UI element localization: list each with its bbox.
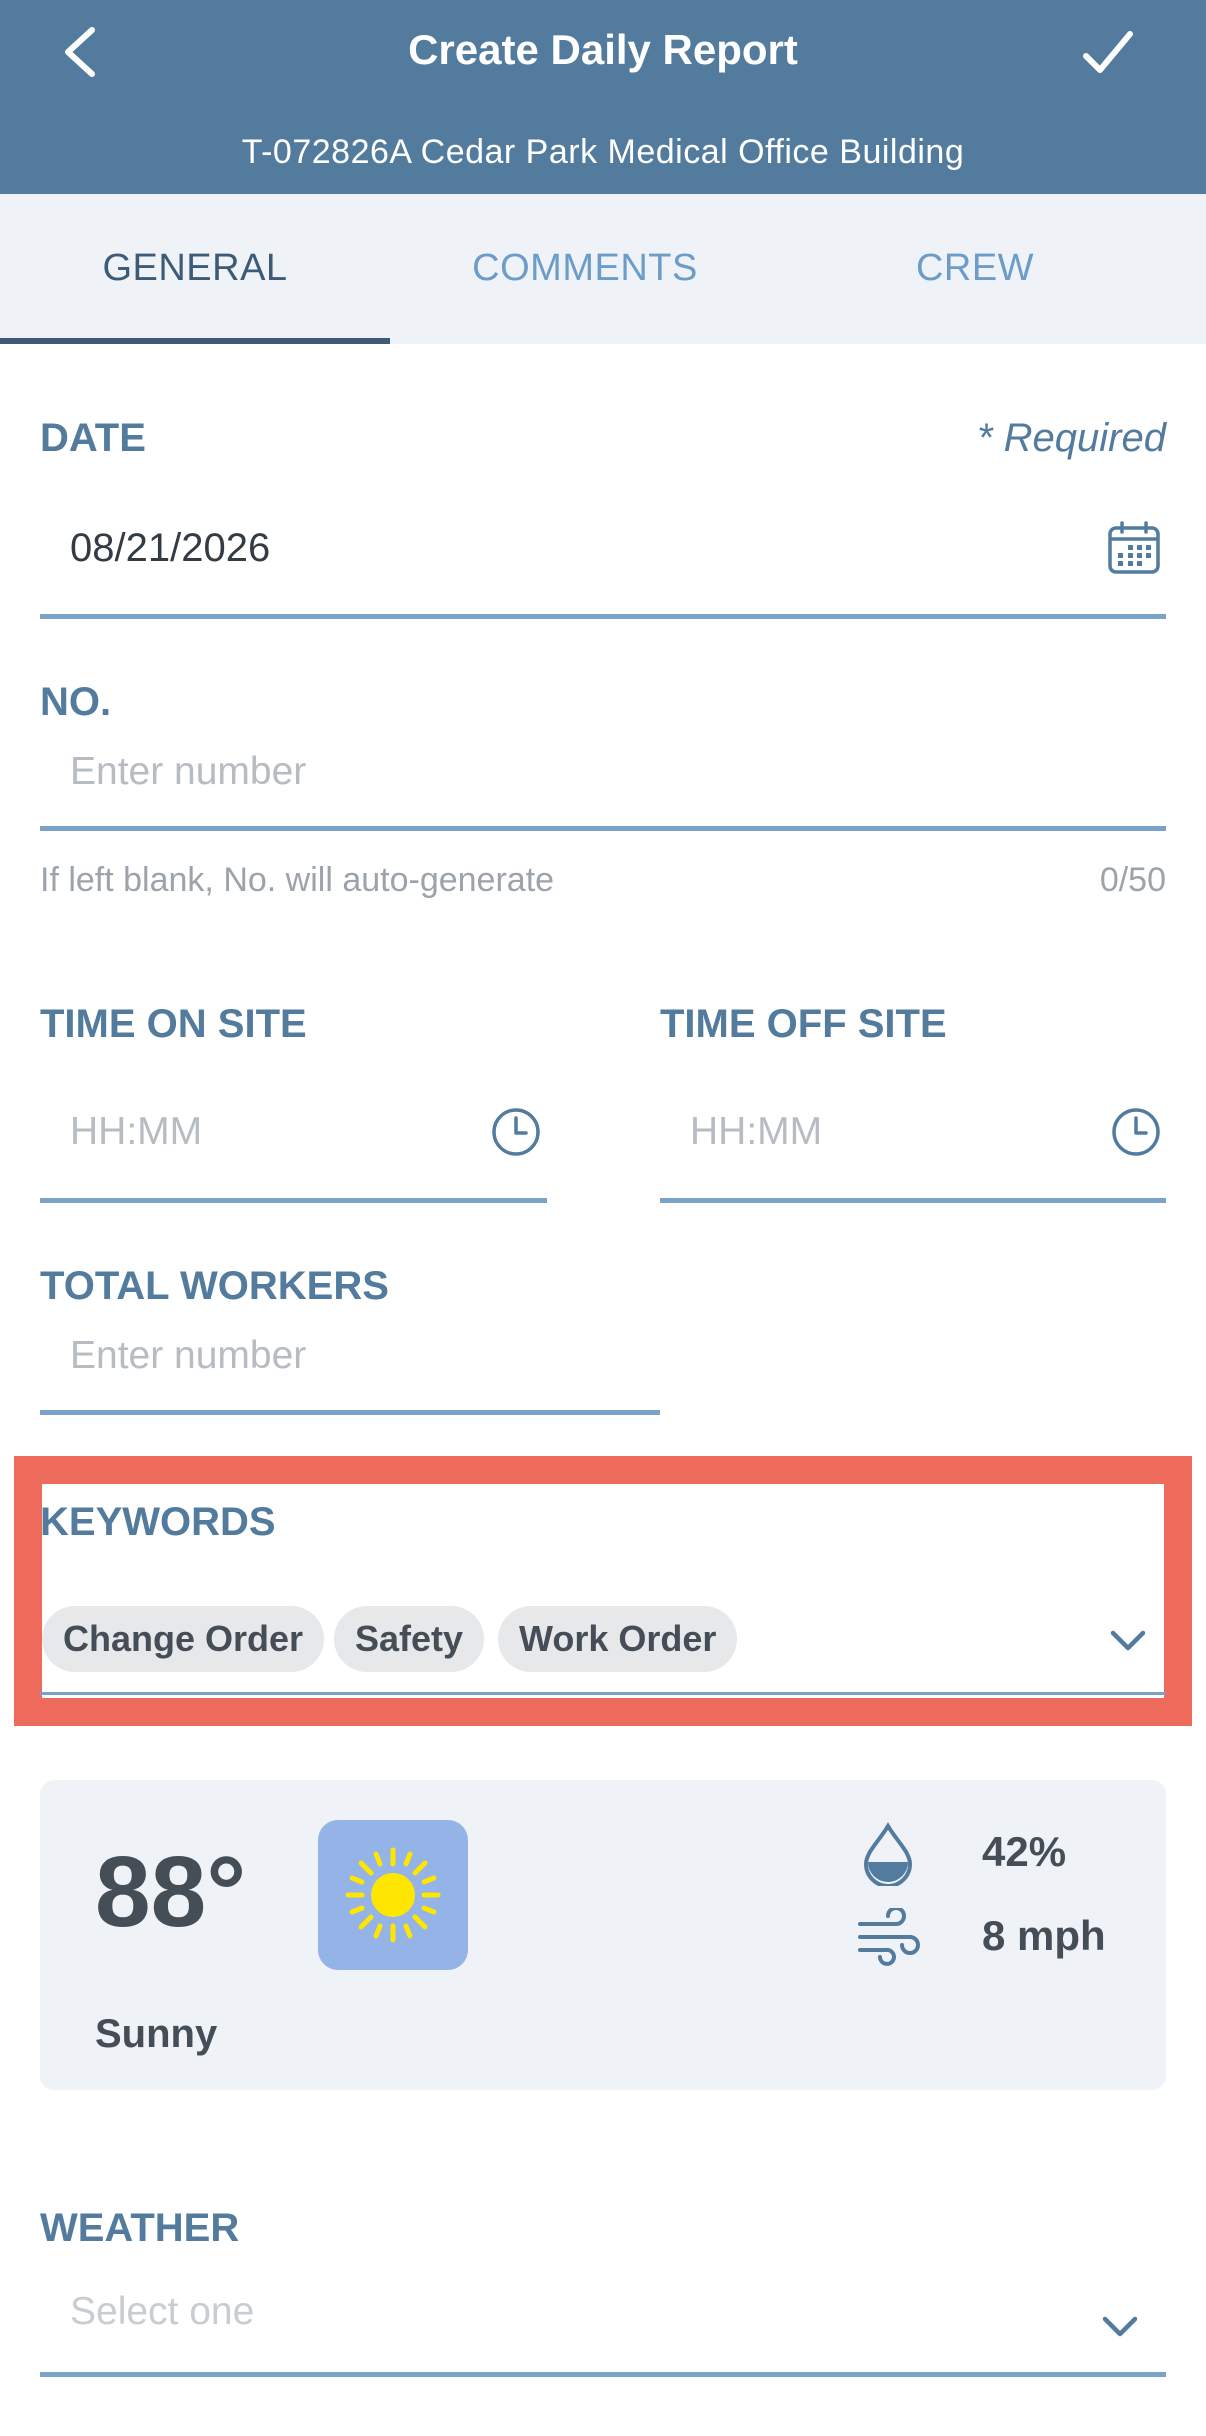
keywords-label: KEYWORDS bbox=[40, 1500, 276, 1544]
number-underline bbox=[40, 826, 1166, 831]
required-note: * Required bbox=[976, 416, 1166, 460]
number-label: NO. bbox=[40, 680, 112, 724]
time-off-site-input[interactable]: HH:MM bbox=[690, 1104, 822, 1160]
app-header: Create Daily Report T-072826A Cedar Park… bbox=[0, 0, 1206, 194]
time-on-site-input[interactable]: HH:MM bbox=[70, 1104, 202, 1160]
number-char-counter: 0/50 bbox=[1099, 861, 1166, 899]
total-workers-input[interactable]: Enter number bbox=[70, 1328, 306, 1384]
wind-icon bbox=[858, 1908, 920, 1966]
active-tab-indicator bbox=[0, 338, 390, 344]
weather-underline bbox=[40, 2372, 1166, 2377]
calendar-icon[interactable] bbox=[1106, 520, 1162, 576]
date-underline bbox=[40, 614, 1166, 619]
clock-icon[interactable] bbox=[1109, 1105, 1163, 1159]
keyword-chip[interactable]: Work Order bbox=[498, 1606, 738, 1672]
total-workers-label: TOTAL WORKERS bbox=[40, 1264, 389, 1308]
weather-label: WEATHER bbox=[40, 2206, 240, 2250]
humidity-value: 42% bbox=[982, 1828, 1067, 1875]
time-off-site-underline bbox=[660, 1198, 1166, 1203]
save-button[interactable] bbox=[1068, 12, 1148, 92]
keyword-chip[interactable]: Change Order bbox=[42, 1606, 325, 1672]
number-input[interactable]: Enter number bbox=[70, 744, 306, 800]
tab-crew[interactable]: CREW bbox=[780, 194, 1170, 344]
project-name: T-072826A Cedar Park Medical Office Buil… bbox=[241, 133, 965, 171]
temperature: 88° bbox=[95, 1836, 247, 1948]
droplet-icon bbox=[863, 1822, 913, 1886]
time-off-site-label: TIME OFF SITE bbox=[660, 1002, 947, 1046]
clock-icon[interactable] bbox=[489, 1105, 543, 1159]
chevron-down-icon[interactable] bbox=[1108, 1626, 1148, 1656]
weather-select[interactable]: Select one bbox=[70, 2284, 254, 2340]
time-on-site-underline bbox=[40, 1198, 547, 1203]
total-workers-underline bbox=[40, 1410, 660, 1415]
tab-comments[interactable]: COMMENTS bbox=[390, 194, 780, 344]
time-on-site-label: TIME ON SITE bbox=[40, 1002, 307, 1046]
wind-speed-value: 8 mph bbox=[982, 1912, 1106, 1959]
page-title: Create Daily Report bbox=[408, 26, 798, 73]
keywords-underline bbox=[40, 1692, 1166, 1695]
weather-condition: Sunny bbox=[95, 2012, 218, 2056]
tab-general[interactable]: GENERAL bbox=[0, 194, 390, 344]
checkmark-icon bbox=[1083, 31, 1133, 73]
chevron-down-icon[interactable] bbox=[1100, 2312, 1140, 2342]
keyword-chip[interactable]: Safety bbox=[334, 1606, 485, 1672]
date-label: DATE bbox=[40, 416, 146, 460]
number-helper-text: If left blank, No. will auto-generate bbox=[40, 861, 555, 899]
sun-icon bbox=[345, 1847, 441, 1943]
weather-condition-tile bbox=[318, 1820, 468, 1970]
tab-bar: GENERAL COMMENTS CREW bbox=[0, 194, 1206, 344]
date-field[interactable]: 08/21/2026 bbox=[70, 520, 270, 576]
